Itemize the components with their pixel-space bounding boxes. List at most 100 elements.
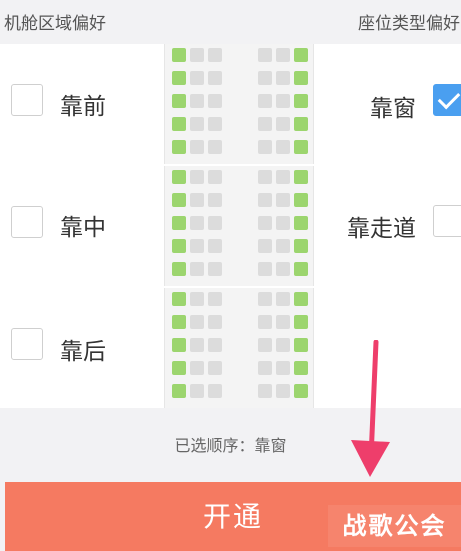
seat [276,71,290,85]
seat [276,338,290,352]
checkbox-front[interactable] [11,84,43,116]
seat [276,292,290,306]
seat [208,140,222,154]
seat-map-divider [164,164,314,166]
seat [276,361,290,375]
seat-window [294,239,308,253]
seat [190,315,204,329]
seat [258,193,272,207]
seat [190,361,204,375]
seat [276,216,290,230]
seat [276,384,290,398]
checkbox-rear[interactable] [11,328,43,360]
seat [190,140,204,154]
seat [190,239,204,253]
seat [190,170,204,184]
seat [208,384,222,398]
seat [258,239,272,253]
option-label-aisle: 靠走道 [347,216,416,242]
watermark-logo: 战歌公会 [328,505,461,547]
seat-window [172,292,186,306]
seat-window [172,216,186,230]
seat-window [172,140,186,154]
seat-window [294,140,308,154]
seat [276,117,290,131]
seat [208,94,222,108]
seat [190,292,204,306]
seat [258,170,272,184]
seat [276,170,290,184]
seat-window [172,361,186,375]
seat-window [172,338,186,352]
seat-window [172,94,186,108]
seat [276,262,290,276]
seat-window [294,71,308,85]
seat [258,140,272,154]
seat-window [172,315,186,329]
seat [258,384,272,398]
seat [208,48,222,62]
seat [208,315,222,329]
seat-window [294,292,308,306]
seat [208,262,222,276]
seat-type-title: 座位类型偏好 [358,14,460,34]
seat-window [294,94,308,108]
seat-window [172,262,186,276]
seat [208,117,222,131]
seat [258,262,272,276]
seat [258,315,272,329]
seat [190,94,204,108]
seat [208,338,222,352]
seat [258,117,272,131]
seat-window [294,193,308,207]
seat [208,193,222,207]
seat-window [294,170,308,184]
seat [190,117,204,131]
seat [258,292,272,306]
checkbox-window[interactable] [433,84,461,116]
seat-window [294,216,308,230]
seat-window [172,239,186,253]
option-label-rear: 靠后 [60,339,106,365]
checkbox-middle[interactable] [11,206,43,238]
seat [258,361,272,375]
option-label-middle: 靠中 [60,215,106,241]
seat-map-divider [164,286,314,288]
seat [190,71,204,85]
seat [276,94,290,108]
selected-order-value: 靠窗 [254,436,287,455]
seat [208,361,222,375]
seat-window [294,315,308,329]
cabin-zone-title: 机舱区域偏好 [4,14,106,34]
seat [276,239,290,253]
seat [276,315,290,329]
seat [208,239,222,253]
seat [258,216,272,230]
seat [258,48,272,62]
seat [208,292,222,306]
seat [276,48,290,62]
seat-window [294,361,308,375]
seat-window [172,71,186,85]
seat [258,94,272,108]
seat [208,216,222,230]
seat [190,216,204,230]
seat-window [172,117,186,131]
seat-window [172,48,186,62]
seat [276,193,290,207]
checkbox-aisle[interactable] [433,205,461,237]
seat-window [294,338,308,352]
option-label-front: 靠前 [60,94,106,120]
seat [208,71,222,85]
seat [190,384,204,398]
seat [258,71,272,85]
seat-window [172,170,186,184]
seat [190,48,204,62]
seat-window [294,117,308,131]
seat-window [294,262,308,276]
seat [276,140,290,154]
seat [190,262,204,276]
seat [190,338,204,352]
arrow-down-icon [351,340,390,477]
seat-window [172,384,186,398]
